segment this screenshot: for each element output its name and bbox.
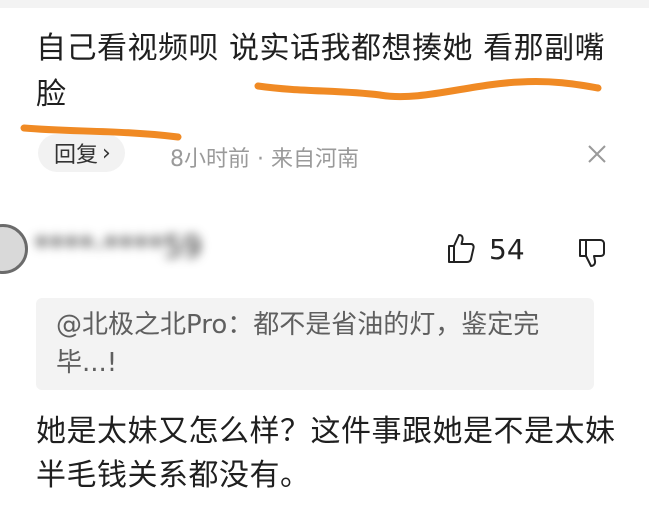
top-divider (0, 0, 649, 8)
like-count: 54 (489, 233, 525, 266)
location: 来自河南 (271, 147, 360, 172)
chevron-right-icon: › (102, 140, 111, 166)
reply-button[interactable]: 回复 › (38, 134, 125, 172)
comment-text: 自己看视频呗 说实话我都想揍她 看那副嘴脸 (36, 31, 606, 112)
avatar[interactable] (0, 224, 28, 274)
reply-label: 回复 (54, 143, 99, 168)
username-blurred[interactable]: ****·****59 (34, 228, 244, 268)
comment-meta: 8小时前 · 来自河南 (170, 141, 359, 173)
meta-separator: · (257, 147, 264, 172)
quoted-reply[interactable]: @北极之北Pro：都不是省油的灯，鉴定完毕...! (36, 298, 594, 390)
thumbs-down-icon[interactable] (578, 238, 606, 268)
thumbs-up-icon[interactable] (446, 232, 476, 264)
comment-text: 她是太妹又怎么样？这件事跟她是不是太妹半毛钱关系都没有。 (36, 414, 616, 493)
timestamp: 8小时前 (170, 147, 250, 172)
close-icon[interactable] (586, 143, 608, 165)
username: ****·****59 (34, 230, 202, 265)
